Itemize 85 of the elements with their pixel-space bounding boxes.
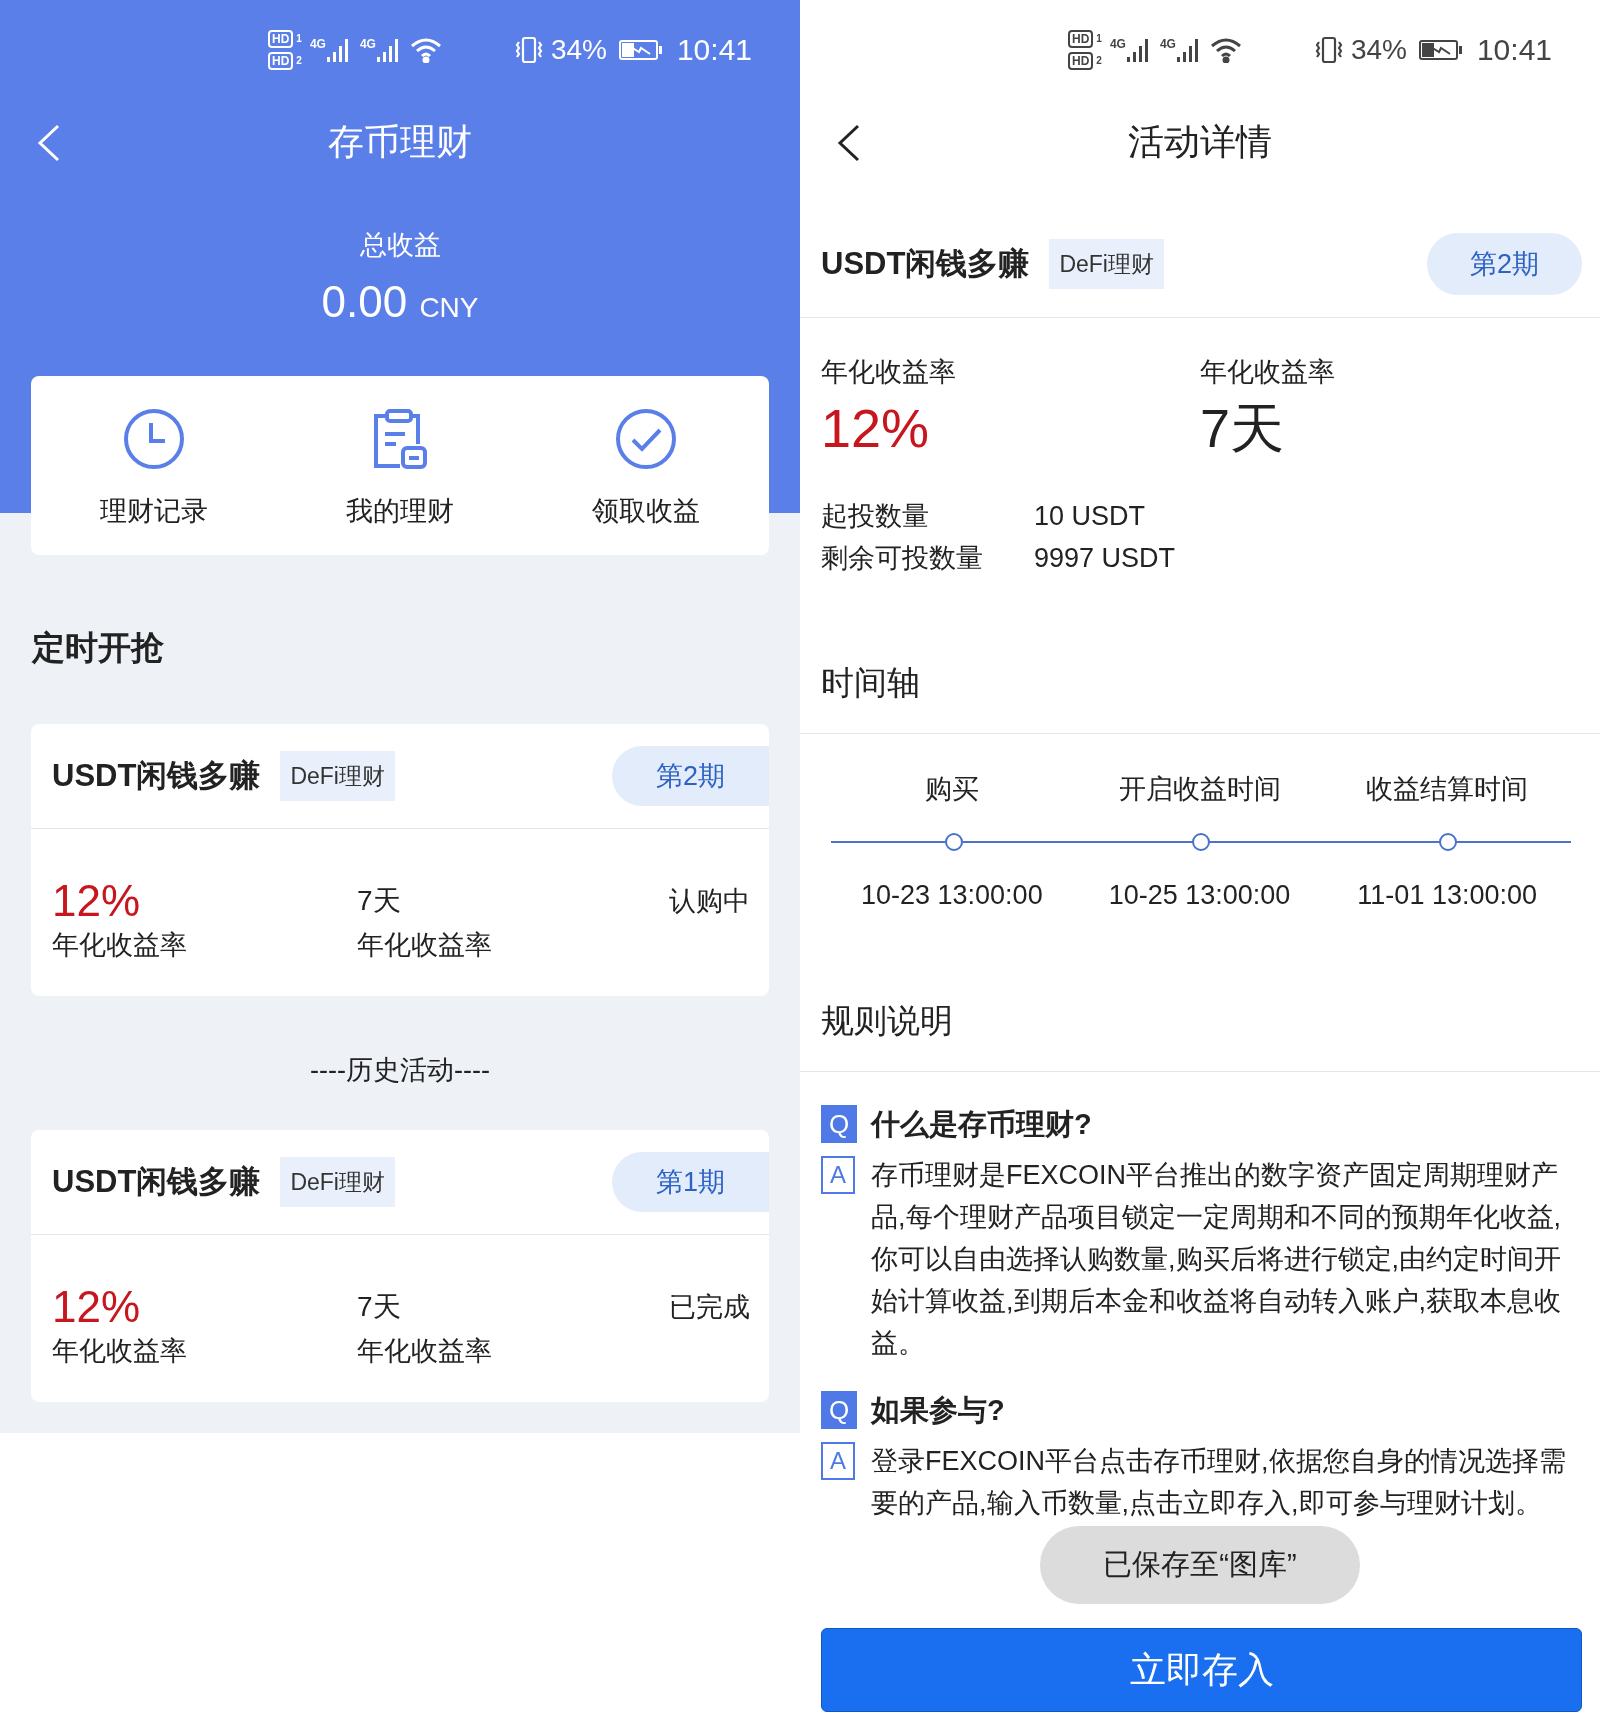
period-badge: 第2期 [611, 746, 769, 806]
vibrate-icon [514, 35, 543, 65]
rate-label: 年化收益率 [52, 1335, 188, 1368]
network-label: 4G [309, 37, 326, 51]
section-title: 规则说明 [821, 1001, 954, 1041]
rate-value: 12% [52, 1281, 142, 1333]
sim-slot: 1 [296, 33, 302, 45]
check-circle-icon[interactable] [615, 408, 677, 470]
product-card[interactable]: USDT闲钱多赚 DeFi理财 第2期 12% 年化收益率 7天 年化收益率 认购中 [31, 724, 769, 996]
timeline-node [1192, 833, 1210, 851]
stat-label: 年化收益率 [1200, 356, 1336, 389]
network-label: 4G [359, 37, 376, 51]
wifi-icon [409, 37, 442, 63]
hd-badge: HD [268, 30, 294, 48]
network-label: 4G [1159, 37, 1176, 51]
stat-value: 12% [821, 397, 931, 460]
answer-text: 登录FEXCOIN平台点击存币理财,依据您自身的情况选择需要的产品,输入币数量,点击立即存入,即可参与理财计划。 [871, 1445, 1567, 1520]
product-name: USDT闲钱多赚 [821, 245, 1030, 283]
total-earnings-label: 总收益 [359, 229, 441, 262]
clipboard-icon[interactable] [372, 408, 428, 470]
timeline-label: 开启收益时间 [1118, 773, 1281, 806]
clock-time: 10:41 [1476, 33, 1552, 67]
screen-title: 存币理财 [328, 120, 472, 164]
vibrate-icon [1314, 35, 1343, 65]
rate-value: 12% [52, 875, 142, 927]
amount-value: 10 USDT [1034, 500, 1146, 533]
stat-value: 7天 [1200, 397, 1286, 460]
wifi-icon [1209, 37, 1242, 63]
rate-label: 年化收益率 [52, 929, 188, 962]
sim-slot: 2 [296, 55, 302, 67]
section-title: 时间轴 [821, 663, 921, 703]
period-badge: 第2期 [1426, 233, 1582, 295]
shortcut-label[interactable]: 我的理财 [346, 493, 454, 529]
toast-message: 已保存至“图库” [1040, 1526, 1360, 1604]
question-badge: Q [821, 1105, 857, 1143]
clock-icon[interactable] [123, 408, 185, 470]
sim-slot: 2 [1096, 55, 1102, 67]
timeline-node [945, 833, 964, 851]
timeline-time: 10-23 13:00:00 [861, 879, 1043, 912]
question-badge: Q [821, 1391, 857, 1429]
duration-label: 年化收益率 [357, 1335, 493, 1368]
screen-title: 活动详情 [1128, 120, 1272, 164]
amount-label: 起投数量 [821, 500, 930, 533]
battery-icon [618, 39, 663, 61]
question-text: 什么是存币理财? [871, 1107, 1092, 1142]
clock-time: 10:41 [676, 33, 752, 67]
product-tag: DeFi理财 [1049, 239, 1164, 289]
timeline-label: 收益结算时间 [1366, 773, 1529, 806]
history-divider-label: ----历史活动---- [309, 1054, 491, 1087]
duration-label: 年化收益率 [357, 929, 493, 962]
product-status: 已完成 [669, 1291, 750, 1324]
product-card[interactable]: USDT闲钱多赚 DeFi理财 第1期 12% 年化收益率 7天 年化收益率 已完成 [31, 1130, 769, 1402]
product-name: USDT闲钱多赚 [52, 1163, 261, 1201]
battery-percent: 34% [550, 34, 607, 66]
product-tag: DeFi理财 [280, 751, 395, 801]
timeline-time: 10-25 13:00:00 [1108, 879, 1291, 912]
total-earnings-amount: 0.00 CNY [321, 276, 479, 328]
stat-label: 年化收益率 [821, 356, 957, 389]
hd-badge: HD [268, 52, 294, 70]
answer-badge: A [821, 1442, 855, 1480]
sim-slot: 1 [1096, 33, 1102, 45]
question-text: 如果参与? [871, 1393, 1005, 1428]
answer-badge: A [821, 1156, 855, 1194]
hd-badge: HD [1068, 30, 1094, 48]
shortcut-label[interactable]: 理财记录 [100, 493, 208, 529]
amount-value: 9997 USDT [1034, 542, 1176, 575]
product-tag: DeFi理财 [280, 1157, 395, 1207]
product-name: USDT闲钱多赚 [52, 757, 261, 795]
shortcut-label[interactable]: 领取收益 [592, 493, 700, 529]
amount-label: 剩余可投数量 [821, 542, 984, 575]
timeline-node [1438, 833, 1457, 851]
deposit-button[interactable]: 立即存入 [821, 1628, 1582, 1712]
product-status: 认购中 [669, 885, 750, 918]
battery-percent: 34% [1350, 34, 1407, 66]
duration-value: 7天 [357, 884, 402, 918]
hd-badge: HD [1068, 52, 1094, 70]
battery-icon [1418, 39, 1463, 61]
timeline-label: 购买 [924, 773, 979, 806]
duration-value: 7天 [357, 1290, 402, 1324]
answer-text: 存币理财是FEXCOIN平台推出的数字资产固定周期理财产品,每个理财产品项目锁定一定周期和不同的预期年化收益,你可以自由选择认购数量,购买后将进行锁定,由约定时间开始计算收益,到期后本金和收益将自动转入账户,获取本息收益。 [871, 1159, 1562, 1360]
network-label: 4G [1109, 37, 1126, 51]
period-badge: 第1期 [611, 1152, 769, 1212]
back-icon[interactable] [836, 124, 862, 162]
timeline-time: 11-01 13:00:00 [1357, 879, 1537, 912]
section-title: 定时开抢 [30, 628, 165, 668]
